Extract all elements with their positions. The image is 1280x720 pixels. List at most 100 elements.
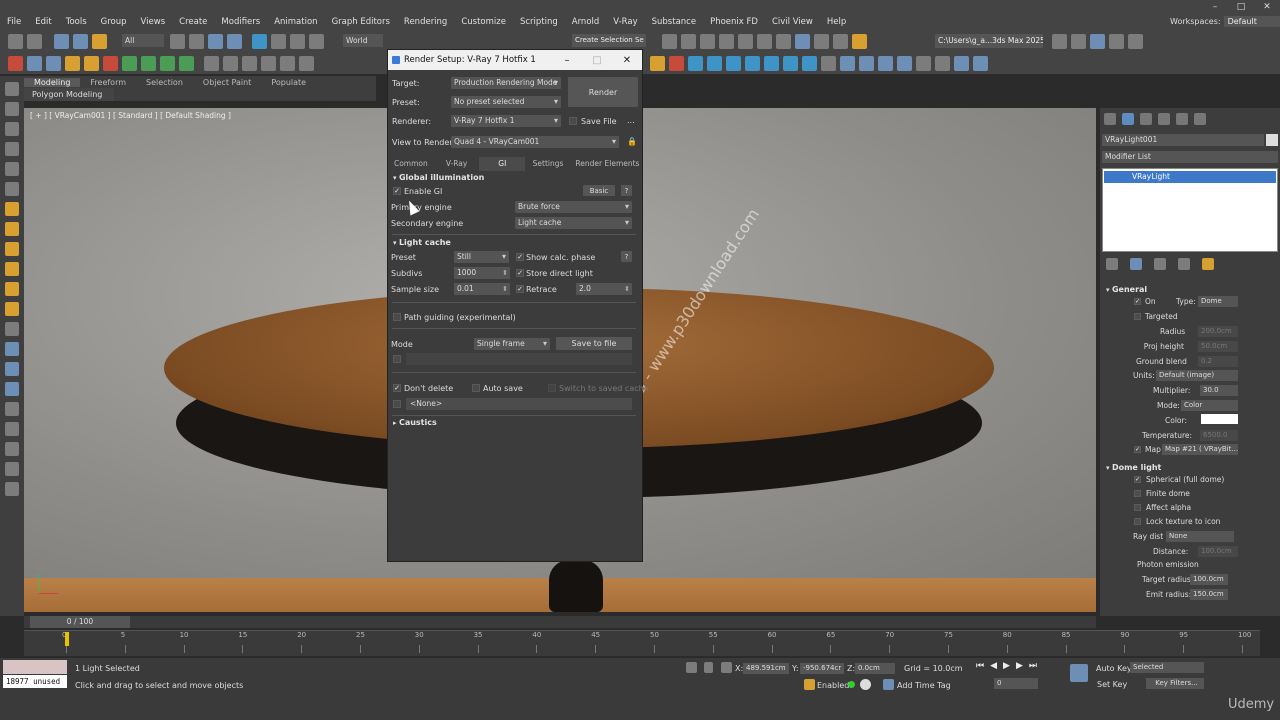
proj-height-spinner[interactable]: 50.0cm (1198, 341, 1238, 352)
vray-toolbar-icon[interactable] (1090, 34, 1105, 49)
vray-sphere-icon[interactable] (46, 55, 61, 71)
lc-file-path-field[interactable] (406, 353, 632, 365)
reference-coord-dropdown[interactable]: World (343, 34, 383, 47)
cloud-icon[interactable] (802, 56, 817, 71)
y-coordinate-field[interactable]: -950.674cr (800, 663, 844, 674)
configure-modifier-sets-icon[interactable] (1202, 258, 1214, 270)
lock-texture-checkbox[interactable] (1134, 518, 1141, 525)
undo-icon[interactable] (8, 33, 23, 49)
list-icon[interactable] (299, 55, 314, 71)
create-tab-icon[interactable] (1104, 113, 1116, 125)
curve-editor-icon[interactable] (738, 34, 753, 49)
phoenix-fire-icon[interactable] (650, 56, 665, 71)
radius-spinner[interactable]: 200.0cm (1198, 326, 1238, 337)
xray-icon[interactable] (973, 56, 988, 71)
vray-logo-icon[interactable] (8, 55, 23, 71)
unlink-icon[interactable] (73, 33, 88, 49)
auto-save-file-checkbox[interactable] (393, 400, 401, 408)
snap-toggle-icon[interactable] (840, 56, 855, 71)
menu-tools[interactable]: Tools (59, 17, 94, 27)
multiplier-spinner[interactable]: 30.0 (1200, 385, 1238, 396)
view-to-render-dropdown[interactable]: Quad 4 - VRayCam001 (451, 136, 619, 148)
omni-tool-icon[interactable] (5, 282, 19, 296)
light-cache-section-header[interactable]: Light cache (393, 238, 451, 247)
selection-set-dropdown[interactable]: Create Selection Se (572, 34, 646, 47)
tab-vray[interactable]: V-Ray (434, 157, 480, 171)
proxy-icon[interactable] (122, 55, 137, 71)
teapot-tool-icon[interactable] (5, 342, 19, 356)
menu-arnold[interactable]: Arnold (565, 17, 607, 27)
source-icon[interactable] (745, 56, 760, 71)
scene-explorer-icon[interactable] (1071, 34, 1086, 49)
auto-key-button[interactable]: Auto Key (1096, 664, 1132, 673)
snapshot-icon[interactable] (1109, 34, 1124, 49)
ribbon-tab-freeform[interactable]: Freeform (80, 78, 136, 87)
set-key-button[interactable]: Set Key (1097, 680, 1127, 689)
go-to-start-icon[interactable]: ⏮ (976, 661, 984, 671)
playhead[interactable] (65, 632, 69, 646)
menu-rendering[interactable]: Rendering (397, 17, 454, 27)
add-time-tag-label[interactable]: Add Time Tag (897, 681, 951, 690)
material-editor-icon[interactable] (776, 34, 791, 49)
type-dropdown[interactable]: Dome (1198, 296, 1238, 307)
time-slider[interactable]: 0 / 100 (24, 616, 1096, 628)
box-tool-icon[interactable] (5, 322, 19, 336)
auto-save-checkbox[interactable] (472, 384, 480, 392)
key-filters-button[interactable]: Key Filters... (1146, 678, 1204, 689)
next-frame-icon[interactable]: ▶ (1016, 661, 1023, 671)
modify-tab-icon[interactable] (1122, 113, 1134, 125)
menu-edit[interactable]: Edit (28, 17, 58, 27)
time-slider-thumb[interactable]: 0 / 100 (30, 616, 130, 628)
spot-tool-icon[interactable] (5, 262, 19, 276)
placement-icon[interactable] (309, 34, 324, 49)
object-color-swatch[interactable] (1266, 134, 1278, 146)
foam-icon[interactable] (726, 56, 741, 71)
make-unique-icon[interactable] (1154, 258, 1166, 270)
rectangular-selection-icon[interactable] (208, 34, 223, 49)
preset-dropdown[interactable]: No preset selected (451, 96, 561, 108)
stop-icon[interactable] (261, 55, 276, 71)
set-key-icon[interactable] (1070, 664, 1088, 682)
on-checkbox[interactable]: ✓ (1134, 298, 1141, 305)
switch-to-saved-cache-checkbox[interactable] (548, 384, 556, 392)
absolute-mode-icon[interactable] (721, 662, 732, 673)
folder-icon[interactable] (1052, 34, 1067, 49)
isolate-selection-icon[interactable] (686, 662, 697, 673)
menu-modifiers[interactable]: Modifiers (214, 17, 267, 27)
primary-engine-dropdown[interactable]: Brute force (515, 201, 632, 213)
add-time-tag-icon[interactable] (883, 679, 894, 690)
ray-dist-dropdown[interactable]: None (1166, 531, 1234, 542)
utilities-tab-icon[interactable] (1194, 113, 1206, 125)
retrace-spinner[interactable]: 2.0 (576, 283, 632, 295)
modifier-list-dropdown[interactable]: Modifier List (1102, 151, 1278, 163)
hierarchy-tab-icon[interactable] (1140, 113, 1152, 125)
menu-group[interactable]: Group (94, 17, 134, 27)
plane-icon[interactable] (160, 55, 175, 71)
play-icon[interactable]: ▶ (1003, 661, 1010, 671)
path-guiding-checkbox[interactable] (393, 313, 401, 321)
current-frame-field[interactable]: 0 (994, 678, 1038, 689)
previous-frame-icon[interactable]: ◀ (990, 661, 997, 671)
sphere-tool-icon[interactable] (5, 402, 19, 416)
cylinder-tool-icon[interactable] (5, 422, 19, 436)
menu-civil-view[interactable]: Civil View (765, 17, 820, 27)
enable-gi-checkbox[interactable]: ✓ (393, 187, 401, 195)
color-swatch[interactable] (1201, 414, 1238, 424)
trash-icon[interactable] (280, 55, 295, 71)
pin-stack-icon[interactable] (1106, 258, 1118, 270)
subdivs-spinner[interactable]: 1000 (454, 267, 510, 279)
object-tool-icon[interactable] (5, 442, 19, 456)
tab-gi[interactable]: GI (479, 157, 526, 171)
menu-animation[interactable]: Animation (267, 17, 324, 27)
temperature-spinner[interactable]: 6500.0 (1200, 430, 1238, 441)
targeted-checkbox[interactable] (1134, 313, 1141, 320)
target-dropdown[interactable]: Production Rendering Mode (451, 77, 561, 89)
dialog-minimize-button[interactable]: – (552, 50, 582, 70)
spinner-snap-icon[interactable] (897, 56, 912, 71)
brush-tool-icon[interactable] (5, 462, 19, 476)
dome-light-rollout-header[interactable]: Dome light (1106, 463, 1161, 472)
bind-space-warp-icon[interactable] (92, 33, 107, 49)
tab-settings[interactable]: Settings (525, 157, 571, 171)
refresh-icon[interactable] (1128, 34, 1143, 49)
save-file-checkbox[interactable] (569, 117, 577, 125)
